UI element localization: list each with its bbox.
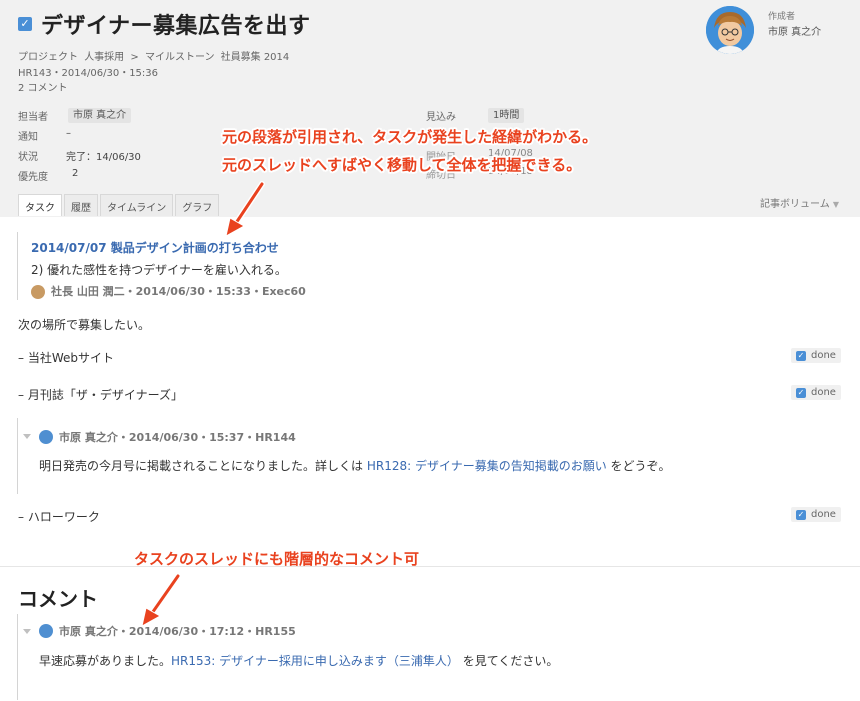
divider: [0, 566, 860, 567]
quote-bar: [17, 232, 18, 300]
quote-source-link[interactable]: 2014/07/07 製品デザイン計画の打ち合わせ: [31, 239, 279, 256]
comment-count[interactable]: 2 コメント: [18, 79, 68, 94]
task-complete-checkbox[interactable]: ✓: [18, 17, 32, 31]
avatar: [39, 624, 53, 638]
comment-text: 早速応募がありました。HR153: デザイナー採用に申し込みます（三浦隼人） を…: [39, 652, 558, 669]
checklist-item-website: – 当社Webサイト: [18, 351, 114, 365]
done-label: done: [811, 387, 836, 398]
author-avatar[interactable]: [706, 6, 754, 54]
estimate-chip[interactable]: 1時間: [488, 108, 525, 123]
annotation-line-1: 元の段落が引用され、タスクが発生した経緯がわかる。: [222, 128, 598, 146]
collapse-triangle-icon[interactable]: [23, 434, 31, 439]
thread-meta-text[interactable]: 市原 真之介・2014/06/30・15:37・HR144: [59, 429, 296, 445]
checklist-item-hellowork: – ハローワーク: [18, 510, 100, 524]
collapse-triangle-icon[interactable]: [23, 629, 31, 634]
estimate-label: 見込み: [426, 112, 456, 123]
status-value[interactable]: 完了：14/06/30: [66, 148, 141, 163]
done-label: done: [811, 509, 836, 520]
tab-bar: タスク 履歴 タイムライン グラフ: [18, 194, 221, 216]
annotation-arrow-1: [225, 181, 265, 237]
tab-graph[interactable]: グラフ: [175, 194, 220, 216]
breadcrumb-milestone-name[interactable]: 社員募集 2014: [221, 52, 290, 63]
avatar: [39, 430, 53, 444]
title-row: ✓ デザイナー募集広告を出す: [18, 8, 311, 40]
checkbox-icon: ✓: [796, 387, 806, 398]
comments-section-title: コメント: [18, 587, 98, 611]
breadcrumb-project[interactable]: プロジェクト: [18, 52, 78, 63]
done-toggle-website[interactable]: ✓ done: [791, 348, 841, 363]
body-intro: 次の場所で募集したい。: [18, 318, 151, 332]
priority-label: 優先度: [18, 172, 48, 183]
priority-value[interactable]: 2: [72, 168, 78, 179]
assignee-value[interactable]: 市原 真之介: [68, 106, 132, 123]
done-label: done: [811, 350, 836, 361]
done-toggle-hellowork[interactable]: ✓ done: [791, 507, 841, 522]
thread-text-before: 明日発売の今月号に掲載されることになりました。詳しくは: [39, 459, 367, 473]
breadcrumb-project-name[interactable]: 人事採用: [84, 52, 124, 63]
thread-bar: [17, 418, 18, 494]
annotation-line-2: 元のスレッドへすばやく移動して全体を把握できる。: [222, 156, 582, 174]
task-id-line: HR143・2014/06/30・15:36: [18, 68, 159, 79]
thread-link[interactable]: HR128: デザイナー募集の告知掲載のお願い: [367, 459, 607, 473]
checkbox-icon: ✓: [796, 509, 806, 520]
done-toggle-magazine[interactable]: ✓ done: [791, 385, 841, 400]
comment-text-after: を見てください。: [458, 654, 559, 668]
status-label: 状況: [18, 152, 38, 163]
thread-bar: [17, 614, 18, 700]
quote-meta: 社長 山田 潤二・2014/06/30・15:33・Exec60: [31, 283, 306, 299]
breadcrumb-milestone[interactable]: マイルストーン: [145, 52, 215, 63]
comment-meta: 市原 真之介・2014/06/30・17:12・HR155: [39, 623, 296, 639]
comment-link[interactable]: HR153: デザイナー採用に申し込みます（三浦隼人）: [171, 654, 459, 668]
annotation-arrow-2: [141, 573, 181, 627]
checkbox-icon: ✓: [796, 350, 806, 361]
breadcrumb: プロジェクト 人事採用 > マイルストーン 社員募集 2014: [18, 48, 292, 63]
thread-comment-meta: 市原 真之介・2014/06/30・15:37・HR144: [39, 429, 296, 445]
checklist-item-magazine: – 月刊誌「ザ・デザイナーズ」: [18, 388, 183, 402]
quote-text: 2) 優れた感性を持つデザイナーを雇い入れる。: [31, 263, 287, 277]
tab-history[interactable]: 履歴: [64, 194, 98, 216]
avatar: [31, 285, 45, 299]
tab-timeline[interactable]: タイムライン: [100, 194, 174, 216]
page-title: デザイナー募集広告を出す: [41, 14, 311, 39]
volume-dropdown[interactable]: 記事ボリューム ▼: [760, 195, 839, 210]
breadcrumb-separator: >: [130, 52, 139, 63]
comment-meta-text[interactable]: 市原 真之介・2014/06/30・17:12・HR155: [59, 623, 296, 639]
quote-meta-text[interactable]: 社長 山田 潤二・2014/06/30・15:33・Exec60: [51, 285, 306, 298]
tab-task[interactable]: タスク: [18, 194, 62, 216]
estimate-value[interactable]: 1時間: [488, 106, 525, 123]
notify-value[interactable]: –: [66, 128, 71, 139]
chevron-down-icon: ▼: [832, 200, 840, 209]
volume-label: 記事ボリューム: [760, 199, 830, 210]
author-name[interactable]: 市原 真之介: [768, 23, 821, 38]
comment-text-before: 早速応募がありました。: [39, 654, 172, 668]
thread-text-after: をどうぞ。: [606, 459, 671, 473]
author-label: 作成者: [768, 12, 796, 22]
assignee-label: 担当者: [18, 112, 48, 123]
thread-comment-text: 明日発売の今月号に掲載されることになりました。詳しくは HR128: デザイナー…: [39, 457, 671, 474]
notify-label: 通知: [18, 132, 38, 143]
assignee-chip[interactable]: 市原 真之介: [68, 108, 132, 123]
